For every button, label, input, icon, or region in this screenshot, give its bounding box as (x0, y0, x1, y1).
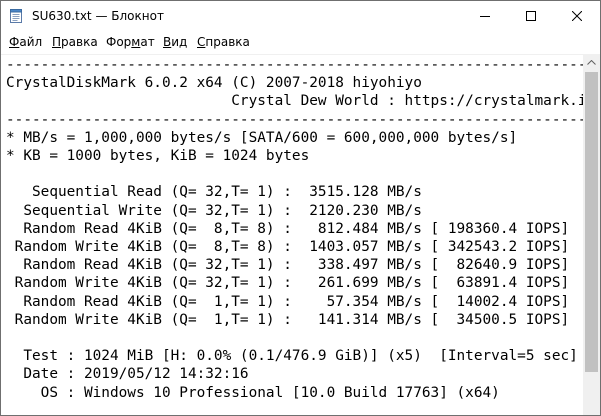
menu-bar: Файл Правка Формат Вид Справка (1, 31, 600, 53)
text-line: Random Write 4KiB (Q= 8,T= 8) : 1403.057… (6, 239, 570, 256)
minimize-button[interactable] (462, 1, 508, 31)
minimize-icon (480, 16, 490, 17)
text-line: Date : 2019/05/12 14:32:16 (6, 366, 249, 383)
menu-edit[interactable]: Правка (52, 35, 98, 49)
editor-content[interactable]: ----------------------------------------… (6, 56, 583, 402)
menu-edit-hotkey: П (52, 35, 62, 49)
menu-file-hotkey: Ф (9, 35, 20, 49)
text-line: Test : 1024 MiB [H: 0.0% (0.1/476.9 GiB)… (6, 348, 578, 365)
menu-file[interactable]: Файл (9, 35, 42, 49)
title-bar[interactable]: SU630.txt — Блокнот (1, 1, 600, 31)
menu-format-label-end: ат (140, 35, 155, 49)
notepad-window: SU630.txt — Блокнот Файл Правка Формат В… (0, 0, 601, 416)
close-button[interactable] (554, 1, 600, 31)
maximize-button[interactable] (508, 1, 554, 31)
maximize-icon (526, 11, 536, 21)
close-icon (572, 11, 582, 21)
text-line: Random Write 4KiB (Q= 1,T= 1) : 141.314 … (6, 311, 570, 328)
text-line: Crystal Dew World : https://crystalmark.… (6, 93, 583, 110)
text-line: Random Read 4KiB (Q= 32,T= 1) : 338.497 … (6, 257, 570, 274)
scroll-up-button[interactable] (583, 54, 600, 71)
text-line: Random Read 4KiB (Q= 8,T= 8) : 812.484 M… (6, 220, 570, 237)
text-line: Sequential Write (Q= 32,T= 1) : 2120.230… (6, 202, 422, 219)
notepad-icon[interactable] (10, 8, 22, 23)
text-line: Random Read 4KiB (Q= 1,T= 1) : 57.354 MB… (6, 293, 570, 310)
vertical-scrollbar[interactable] (583, 54, 600, 415)
menu-help-label: правка (205, 35, 250, 49)
menu-format-hotkey: м (131, 35, 141, 49)
text-line: ----------------------------------------… (6, 57, 583, 73)
window-title: SU630.txt — Блокнот (32, 9, 164, 23)
text-line: CrystalDiskMark 6.0.2 x64 (C) 2007-2018 … (6, 75, 422, 92)
menu-format[interactable]: Формат (106, 35, 155, 49)
menu-edit-label: равка (61, 35, 98, 49)
scrollbar-thumb[interactable] (585, 72, 598, 372)
menu-format-label-start: Фор (106, 35, 132, 49)
text-line: ----------------------------------------… (6, 111, 583, 128)
chevron-up-icon (587, 60, 596, 65)
menu-view[interactable]: Вид (163, 35, 187, 49)
text-line: Random Write 4KiB (Q= 32,T= 1) : 261.699… (6, 275, 570, 292)
menu-file-label: айл (19, 35, 43, 49)
text-line: Sequential Read (Q= 32,T= 1) : 3515.128 … (6, 184, 422, 201)
menu-help[interactable]: Справка (197, 35, 250, 49)
text-line: * MB/s = 1,000,000 bytes/s [SATA/600 = 6… (6, 129, 518, 146)
menu-view-label: ид (171, 35, 188, 49)
text-line: OS : Windows 10 Professional [10.0 Build… (6, 384, 500, 401)
text-line: * KB = 1000 bytes, KiB = 1024 bytes (6, 148, 310, 165)
text-editor[interactable]: ----------------------------------------… (1, 54, 583, 415)
menu-view-hotkey: В (163, 35, 172, 49)
